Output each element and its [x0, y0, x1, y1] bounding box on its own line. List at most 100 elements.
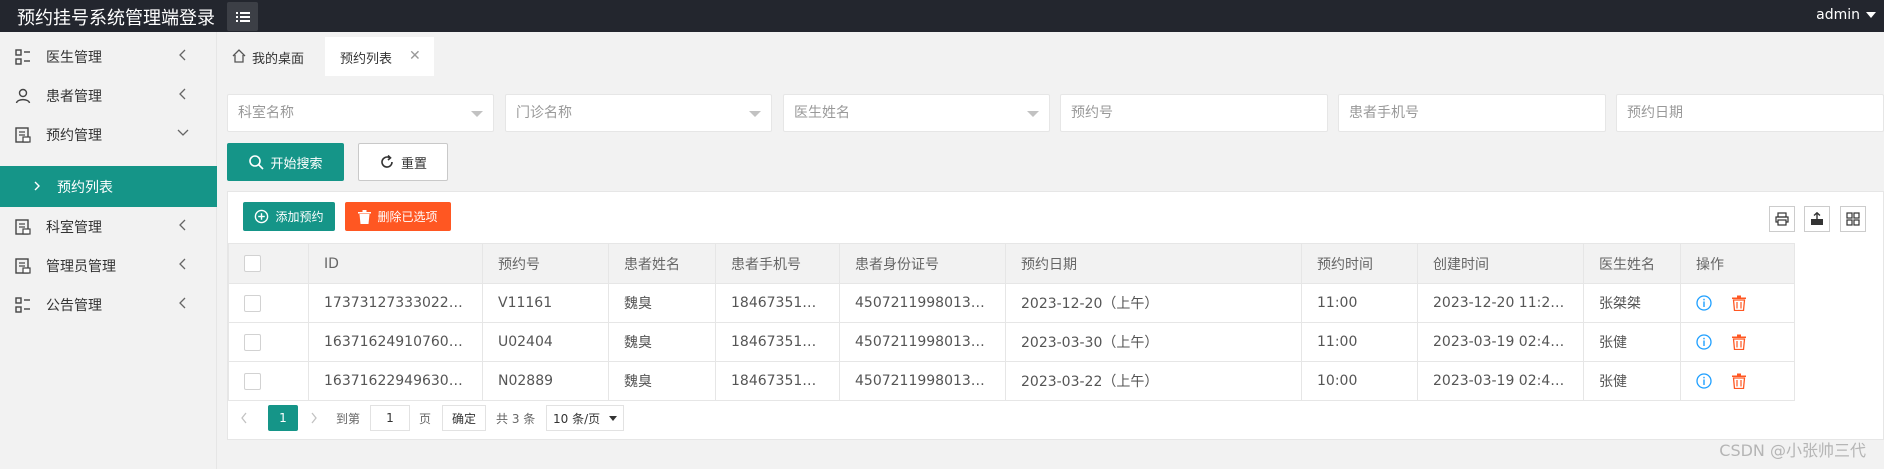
columns-filter-button[interactable] — [1840, 206, 1866, 232]
doctor-input[interactable] — [784, 95, 1049, 131]
chevron-left-icon — [241, 412, 247, 424]
goto-label: 到第 — [336, 411, 361, 426]
columns-icon — [1846, 212, 1860, 226]
reset-button[interactable]: 重置 — [358, 143, 448, 181]
sidebar-subitem-label: 预约列表 — [57, 180, 113, 196]
column-header[interactable]: 医生姓名 — [1583, 243, 1681, 284]
goto-page-input[interactable]: 1 — [370, 405, 410, 431]
table-row: 1737312733302214657 V11161 魏臭 1846735100… — [228, 283, 1795, 323]
refresh-icon — [381, 154, 393, 168]
sidebar-item-appointments[interactable]: 预约管理 — [0, 115, 217, 154]
sidebar-item-label: 患者管理 — [46, 89, 102, 105]
search-icon — [249, 155, 265, 170]
column-header[interactable]: 患者身份证号 — [839, 243, 1006, 284]
reset-button-label: 重置 — [400, 156, 427, 172]
department-input[interactable] — [228, 95, 493, 131]
chevron-left-icon — [179, 297, 186, 309]
export-icon — [1811, 212, 1823, 225]
page-number-current[interactable]: 1 — [268, 405, 298, 431]
add-button-label: 添加预约 — [275, 210, 324, 224]
top-header: 预约挂号系统管理端登录 admin — [0, 0, 1884, 32]
trash-icon[interactable] — [1732, 373, 1747, 389]
cell-date: 2023-12-20（上午） — [1005, 283, 1302, 323]
sidebar-item-notices[interactable]: 公告管理 — [0, 285, 217, 324]
booking-no-field[interactable] — [1060, 94, 1328, 132]
department-select[interactable] — [227, 94, 494, 132]
cell-doctor: 张桀桀 — [1583, 283, 1681, 323]
doctor-select[interactable] — [783, 94, 1050, 132]
menu-toggle-button[interactable] — [227, 2, 258, 31]
cell-created: 2023-03-19 02:42:09 — [1417, 322, 1584, 362]
page-size-select[interactable]: 10 条/页 — [546, 405, 624, 431]
info-icon[interactable] — [1696, 334, 1712, 350]
tab-label: 我的桌面 — [252, 52, 305, 67]
column-header[interactable]: ID — [308, 243, 483, 284]
list-icon — [15, 297, 30, 313]
phone-field[interactable] — [1338, 94, 1606, 132]
sidebar-item-label: 医生管理 — [46, 50, 102, 66]
user-icon — [15, 88, 31, 104]
booking-no-input[interactable] — [1061, 95, 1327, 131]
chevron-left-icon — [179, 49, 186, 61]
app-title: 预约挂号系统管理端登录 — [17, 8, 215, 29]
row-checkbox[interactable] — [244, 372, 261, 390]
sidebar-item-doctors[interactable]: 医生管理 — [0, 37, 217, 76]
row-checkbox[interactable] — [244, 333, 261, 351]
column-header[interactable]: 预约日期 — [1005, 243, 1302, 284]
cell-doctor: 张健 — [1583, 322, 1681, 362]
select-all-checkbox[interactable] — [244, 255, 261, 272]
info-icon[interactable] — [1696, 373, 1712, 389]
chevron-right-icon — [311, 412, 317, 424]
cell-patient: 魏臭 — [608, 283, 716, 323]
column-header[interactable]: 患者手机号 — [715, 243, 840, 284]
sidebar-item-label: 预约管理 — [46, 128, 102, 144]
search-button[interactable]: 开始搜索 — [227, 143, 344, 181]
row-select-cell[interactable] — [228, 361, 309, 401]
tab-home[interactable]: 我的桌面 — [224, 37, 324, 76]
date-field[interactable] — [1616, 94, 1884, 132]
cell-id: 1737312733302214657 — [308, 283, 483, 323]
sidebar-item-admins[interactable]: 管理员管理 — [0, 246, 217, 285]
print-button[interactable] — [1769, 206, 1795, 232]
cell-phone: 18467351000 — [715, 322, 840, 362]
page-unit-label: 页 — [419, 411, 432, 426]
prev-page-button[interactable] — [240, 405, 248, 431]
cell-phone: 18467351000 — [715, 283, 840, 323]
info-icon[interactable] — [1696, 295, 1712, 311]
cell-booking-no: V11161 — [482, 283, 609, 323]
goto-confirm-button[interactable]: 确定 — [442, 405, 486, 431]
clinic-select[interactable] — [505, 94, 772, 132]
sidebar-subitem-appointment-list[interactable]: 预约列表 — [0, 166, 217, 207]
tab-appointment-list[interactable]: 预约列表 ✕ — [325, 37, 434, 76]
select-all-cell[interactable] — [228, 243, 309, 284]
total-count: 共 3 条 — [496, 411, 536, 426]
cell-id-card: 450721199801304... — [839, 361, 1006, 401]
sidebar-item-departments[interactable]: 科室管理 — [0, 207, 217, 246]
date-input[interactable] — [1617, 95, 1883, 131]
trash-icon[interactable] — [1732, 295, 1747, 311]
column-header[interactable]: 预约时间 — [1301, 243, 1418, 284]
cell-actions — [1680, 361, 1795, 401]
trash-icon[interactable] — [1732, 334, 1747, 350]
row-select-cell[interactable] — [228, 322, 309, 362]
sidebar-item-patients[interactable]: 患者管理 — [0, 76, 217, 115]
clinic-input[interactable] — [506, 95, 771, 131]
add-appointment-button[interactable]: 添加预约 — [243, 202, 335, 231]
user-name: admin — [1816, 7, 1860, 23]
column-header[interactable]: 创建时间 — [1417, 243, 1584, 284]
close-icon[interactable]: ✕ — [409, 48, 421, 64]
cell-time: 10:00 — [1301, 361, 1418, 401]
menu-icon — [235, 11, 250, 22]
next-page-button[interactable] — [310, 405, 318, 431]
sidebar: 医生管理 患者管理 预约管理 预约列表 科室管理 管理员管理 公告管理 — [0, 32, 217, 469]
phone-input[interactable] — [1339, 95, 1605, 131]
delete-selected-button[interactable]: 删除已选项 — [345, 202, 451, 231]
row-checkbox[interactable] — [244, 294, 261, 312]
chevron-left-icon — [179, 219, 186, 231]
column-header[interactable]: 患者姓名 — [608, 243, 716, 284]
export-button[interactable] — [1804, 206, 1830, 232]
user-menu[interactable]: admin — [1816, 7, 1876, 23]
column-header[interactable]: 预约号 — [482, 243, 609, 284]
row-select-cell[interactable] — [228, 283, 309, 323]
cell-phone: 18467351000 — [715, 361, 840, 401]
